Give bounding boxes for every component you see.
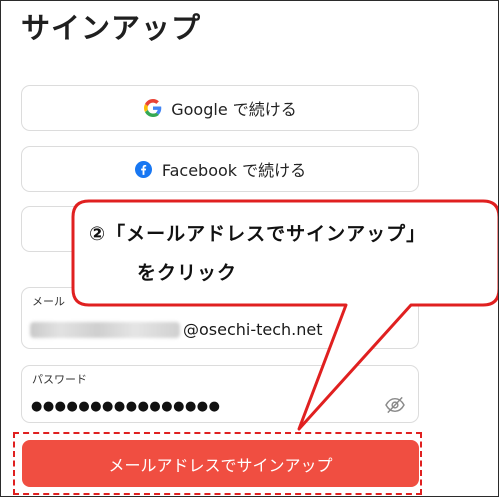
callout-line2: をクリック <box>137 262 238 284</box>
app-frame: サインアップ Google で続ける Facebook で続ける メール @os… <box>0 0 499 497</box>
callout-line1: ②「メールアドレスでサインアップ」 <box>89 223 427 245</box>
callout-bubble <box>71 199 498 431</box>
